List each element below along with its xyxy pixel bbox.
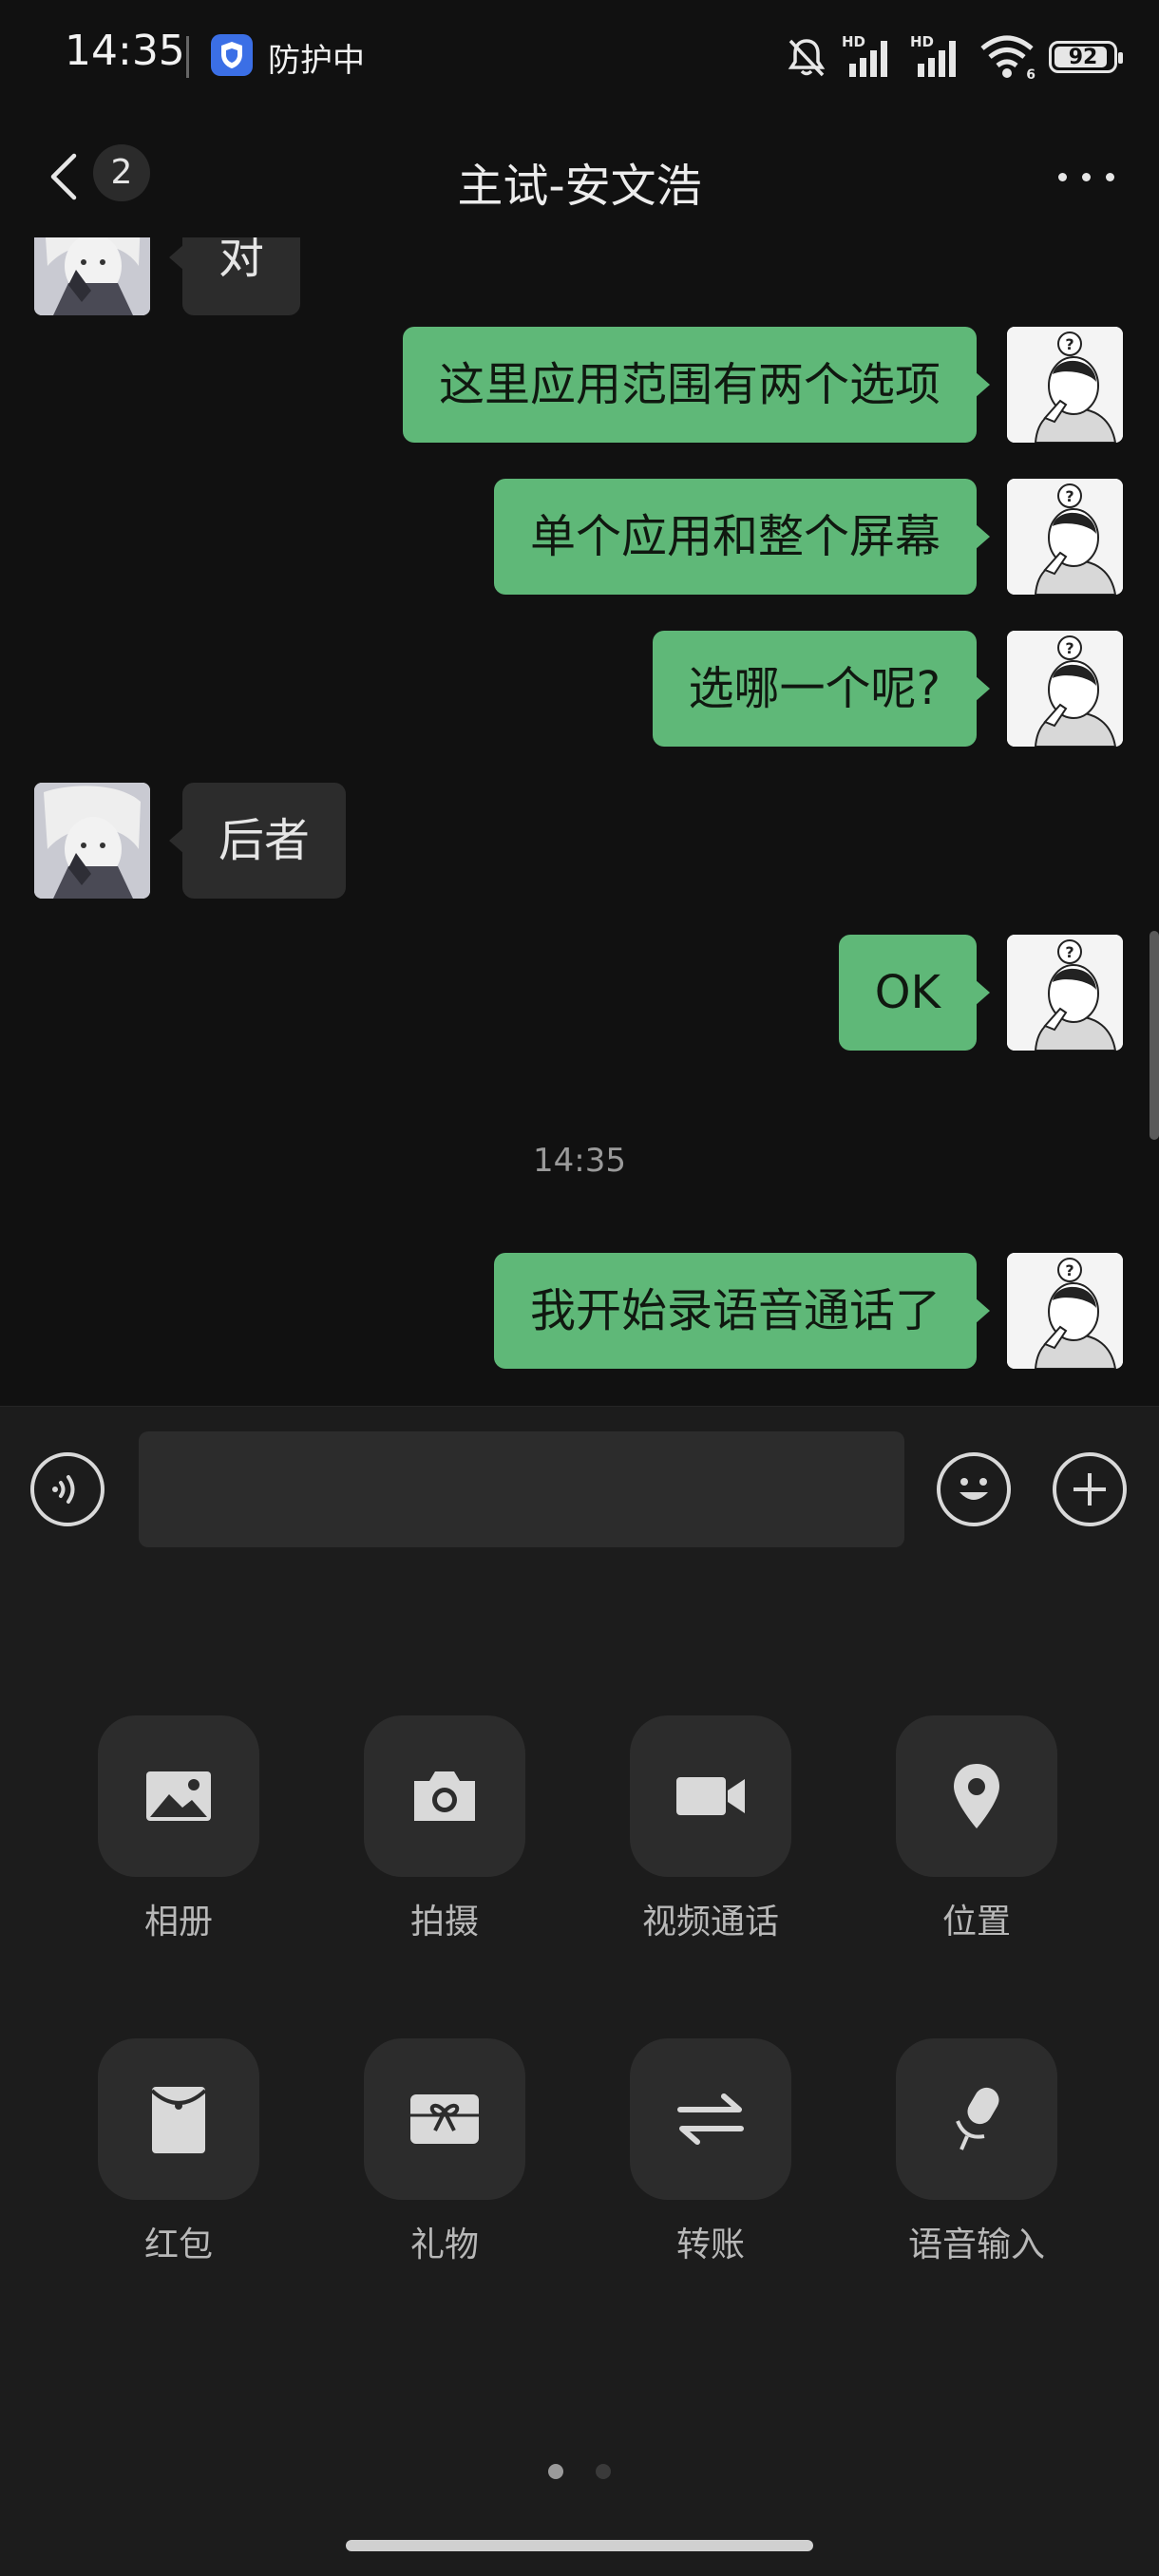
plus-icon [1074,1473,1106,1506]
my-avatar[interactable]: ? [1007,1253,1123,1369]
home-indicator[interactable] [346,2540,813,2551]
tool-label: 礼物 [409,2226,479,2264]
image-icon [98,1715,259,1877]
tool-camera-button[interactable]: 拍摄 [331,1715,559,1943]
svg-text:?: ? [1065,487,1074,505]
sent-message-bubble[interactable]: 单个应用和整个屏幕 [493,479,991,595]
my-avatar[interactable]: ? [1007,327,1123,443]
video-call-icon [630,1715,791,1877]
gift-icon [364,2038,525,2200]
sent-message-bubble[interactable]: 选哪一个呢? [652,631,991,747]
battery-level: 92 [1068,45,1098,69]
tool-location-button[interactable]: 位置 [863,1715,1091,1943]
location-icon [896,1715,1057,1877]
tool-label: 语音输入 [907,2226,1045,2264]
tool-video-call-button[interactable]: 视频通话 [597,1715,825,1943]
tool-gift-button[interactable]: 礼物 [331,2038,559,2266]
camera-icon [364,1715,525,1877]
emoji-button[interactable] [937,1452,1011,1526]
input-bar [0,1406,1159,1574]
more-tools-panel: 相册 拍摄 视频通话 位置红包 礼物 转账 语音输入 [0,1573,1159,2576]
plus-button[interactable] [1053,1452,1127,1526]
emoji-icon [960,1478,988,1500]
message-input[interactable] [139,1431,904,1547]
my-avatar[interactable]: ? [1007,631,1123,747]
tool-microphone-button[interactable]: 语音输入 [863,2038,1091,2266]
tool-label: 拍摄 [409,1903,479,1941]
tool-label: 位置 [941,1903,1011,1941]
message-list[interactable]: 对? 这里应用范围有两个选项? 单个应用和整个屏幕? 选哪一个呢? 后者? OK 14:35… [0,237,1159,1406]
contact-avatar[interactable] [34,783,150,899]
tool-image-button[interactable]: 相册 [65,1715,293,1943]
received-message-bubble[interactable]: 对 [168,237,301,315]
voice-button[interactable] [30,1452,104,1526]
more-button[interactable] [1049,152,1125,199]
status-icons: HD HD 6 92 [785,28,1123,85]
signal-icon-2: HD [910,33,965,81]
chat-title: 主试-安文浩 [457,160,702,213]
svg-text:?: ? [1065,335,1074,353]
microphone-icon [896,2038,1057,2200]
sent-message-bubble[interactable]: 这里应用范围有两个选项 [402,327,991,443]
wifi-badge: 6 [1026,67,1036,83]
received-message-bubble[interactable]: 后者 [168,783,347,899]
signal-icon: HD [842,33,897,81]
tool-label: 红包 [143,2226,213,2264]
status-divider [186,36,189,78]
tool-label: 视频通话 [641,1903,779,1941]
my-avatar[interactable]: ? [1007,479,1123,595]
svg-text:?: ? [1065,1261,1074,1279]
pager-dot-2[interactable] [596,2464,611,2479]
protection-status-text: 防护中 [268,42,365,80]
chat-header: 2 主试-安文浩 [0,114,1159,237]
pager-dot-1[interactable] [548,2464,563,2479]
wifi-icon: 6 [978,33,1036,83]
transfer-icon [630,2038,791,2200]
status-time: 14:35 [65,27,185,75]
voice-icon [52,1475,75,1504]
sent-message-bubble[interactable]: 我开始录语音通话了 [493,1253,991,1369]
tool-label: 相册 [143,1903,213,1941]
tool-red-packet-button[interactable]: 红包 [65,2038,293,2266]
chat-scrollbar[interactable] [1150,931,1159,1140]
shield-icon [211,34,253,76]
bell-muted-icon [788,39,826,77]
battery-icon: 92 [1049,41,1123,73]
status-bar: 14:35 防护中 HD HD 6 92 [0,0,1159,114]
svg-text:?: ? [1065,943,1074,961]
tool-label: 转账 [675,2226,745,2264]
message-timestamp: 14:35 [533,1142,626,1180]
sent-message-bubble[interactable]: OK [838,935,991,1051]
svg-text:?: ? [1065,639,1074,657]
tool-transfer-button[interactable]: 转账 [597,2038,825,2266]
contact-avatar[interactable] [34,237,150,315]
my-avatar[interactable]: ? [1007,935,1123,1051]
red-packet-icon [98,2038,259,2200]
